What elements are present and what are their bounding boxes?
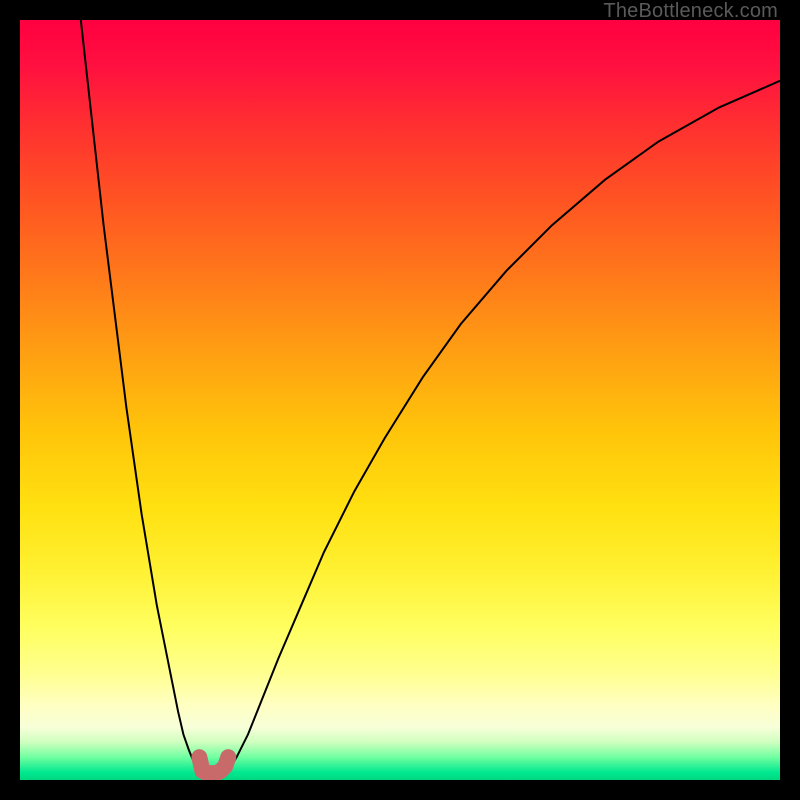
trough-highlight [199, 757, 228, 773]
chart-frame: TheBottleneck.com [0, 0, 800, 800]
curves-layer [20, 20, 780, 780]
bottleneck-curve-left [81, 20, 200, 772]
plot-area [20, 20, 780, 780]
bottleneck-curve-right [228, 81, 780, 771]
watermark-text: TheBottleneck.com [603, 0, 778, 23]
